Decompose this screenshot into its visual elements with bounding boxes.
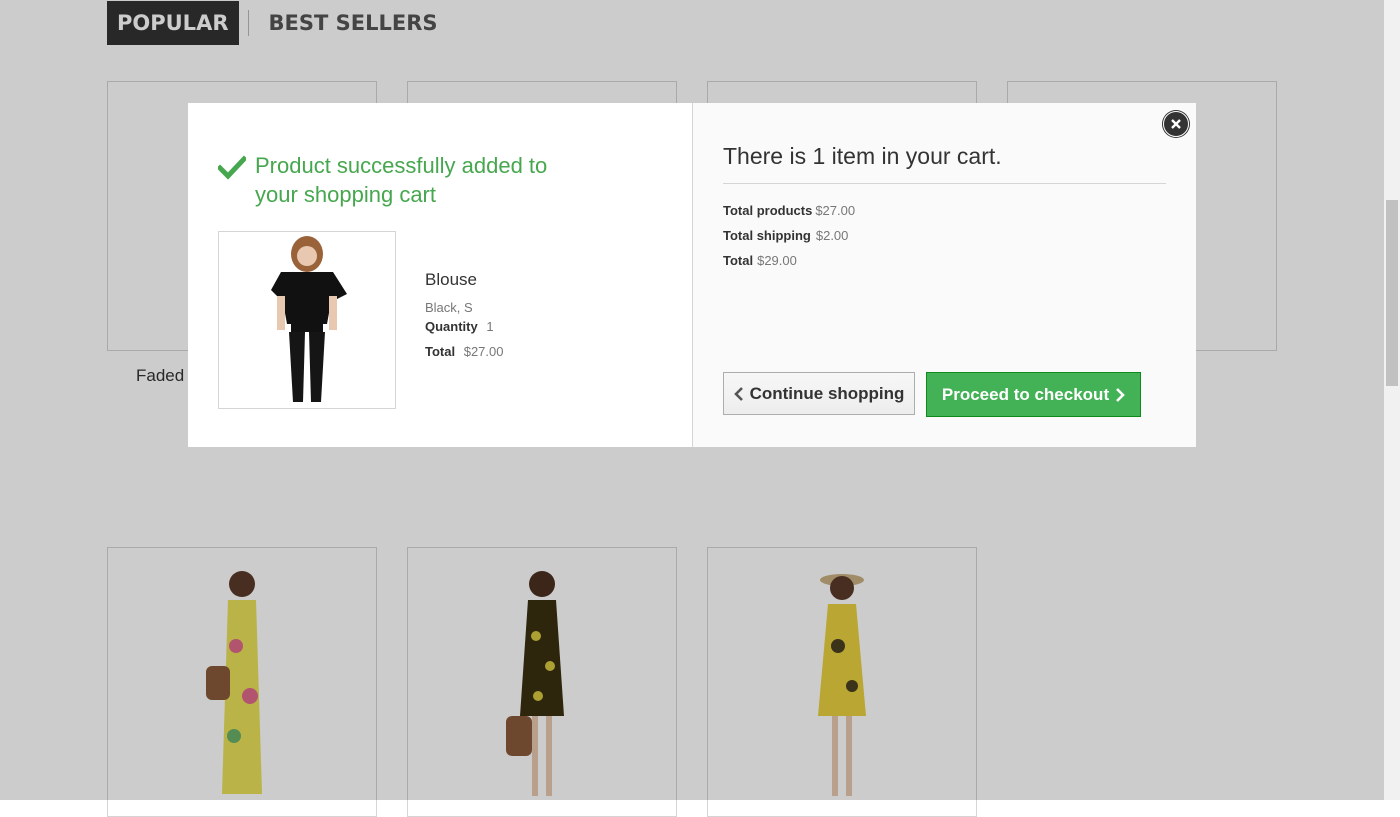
continue-shopping-label: Continue shopping [749,383,905,403]
add-to-cart-modal: Product successfully added to your shopp… [188,103,1196,447]
summary-shipping-label: Total shipping [723,228,811,243]
continue-shopping-button[interactable]: Continue shopping [723,372,915,415]
quantity-value: 1 [486,319,494,334]
check-icon [218,155,246,180]
cart-count-text: There is 1 item in your cart. [723,143,1002,169]
product-thumbnail [218,231,396,409]
summary-total: Total $29.00 [723,253,797,268]
modal-cart-section: There is 1 item in your cart. Total prod… [693,103,1196,447]
scrollbar-track[interactable] [1384,0,1400,800]
product-attributes: Black, S [425,300,473,315]
product-name: Blouse [425,270,477,289]
summary-total-value: $29.00 [757,253,797,268]
summary-total-label: Total [723,253,754,268]
product-total-label: Total [425,344,456,359]
success-text: Product successfully added to your shopp… [255,153,548,207]
chevron-left-icon [733,386,743,401]
product-total-value: $27.00 [463,344,504,359]
close-x-glyph [1171,119,1181,129]
summary-total-products: Total products $27.00 [723,203,855,218]
close-icon[interactable] [1163,111,1189,137]
modal-product-section: Product successfully added to your shopp… [188,103,693,447]
proceed-to-checkout-label: Proceed to checkout [941,384,1110,404]
summary-products-value: $27.00 [815,203,856,218]
proceed-to-checkout-button[interactable]: Proceed to checkout [926,372,1141,417]
summary-total-shipping: Total shipping $2.00 [723,228,848,243]
success-message: Product successfully added to your shopp… [218,151,585,209]
product-quantity: Quantity 1 [425,319,494,334]
summary-products-label: Total products [723,203,813,218]
chevron-right-icon [1116,387,1125,402]
summary-shipping-value: $2.00 [815,228,849,243]
scrollbar-thumb[interactable] [1386,200,1398,386]
quantity-label: Quantity [425,319,478,334]
product-total: Total $27.00 [425,344,503,359]
product-image [219,232,395,408]
divider [723,183,1166,184]
